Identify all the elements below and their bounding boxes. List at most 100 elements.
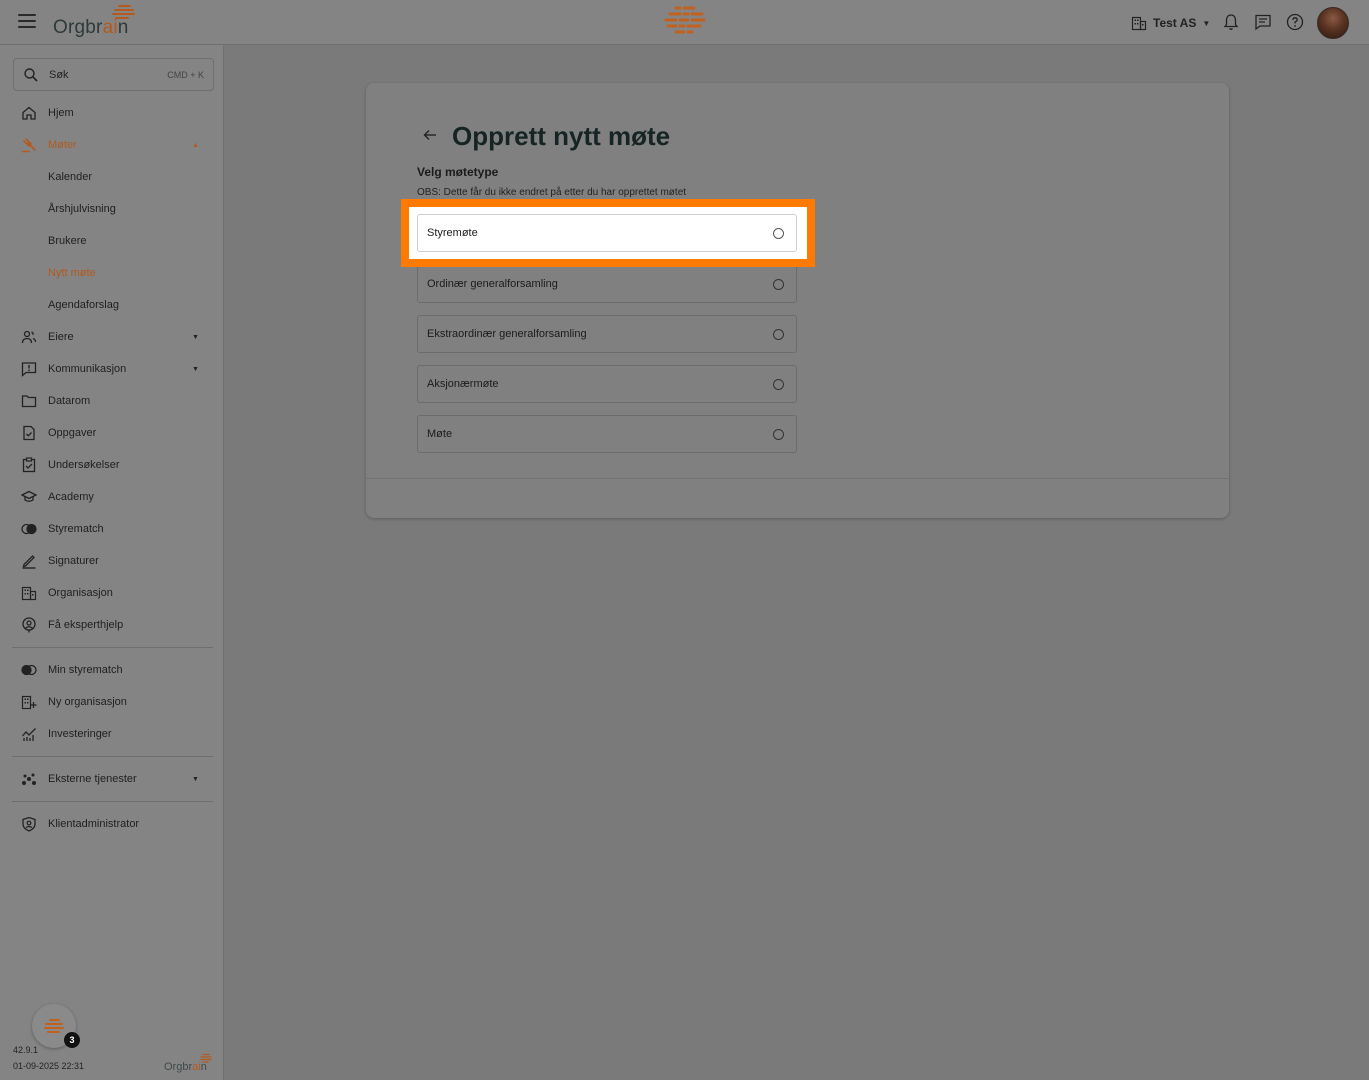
clipboard-icon bbox=[22, 457, 36, 473]
sidebar-item-klientadministrator[interactable]: Klientadministrator bbox=[0, 808, 224, 840]
search-input[interactable]: Søk CMD + K bbox=[13, 58, 214, 91]
chevron-down-icon: ▼ bbox=[192, 775, 199, 783]
sidebar-item-label: Hjem bbox=[48, 107, 74, 119]
warning-note: OBS: Dette får du ikke endret på etter d… bbox=[417, 187, 687, 198]
building-add-icon bbox=[21, 695, 37, 710]
match-icon bbox=[21, 523, 37, 535]
bell-icon[interactable] bbox=[1221, 12, 1241, 32]
sidebar-item-label: Nytt møte bbox=[48, 267, 96, 279]
chevron-down-icon: ▼ bbox=[1202, 18, 1211, 28]
org-name: Test AS bbox=[1153, 16, 1197, 30]
search-shortcut: CMD + K bbox=[167, 69, 204, 80]
section-title: Velg møtetype bbox=[417, 165, 499, 179]
build-date: 01-09-2025 22:31 bbox=[13, 1061, 85, 1071]
sidebar-item-investeringer[interactable]: Investeringer bbox=[0, 718, 224, 750]
sidebar-item-signaturer[interactable]: Signaturer bbox=[0, 545, 224, 577]
pen-icon bbox=[22, 555, 36, 569]
sidebar-subitem-kalender[interactable]: Kalender bbox=[0, 161, 224, 193]
sidebar-item-label: Signaturer bbox=[48, 555, 99, 567]
sidebar-item-moter[interactable]: Møter ▲ bbox=[0, 129, 224, 161]
sidebar-item-label: Få eksperthjelp bbox=[48, 619, 124, 631]
chevron-down-icon: ▼ bbox=[192, 365, 199, 373]
option-label: Styremøte bbox=[427, 227, 478, 239]
help-chat-button[interactable]: 3 bbox=[32, 1004, 80, 1048]
sidebar-subitem-nytt-mote[interactable]: Nytt møte bbox=[0, 257, 224, 289]
meeting-type-option-aksjonaermote[interactable]: Aksjonærmøte bbox=[417, 365, 797, 403]
sidebar-item-min-styrematch[interactable]: Min styrematch bbox=[0, 654, 224, 686]
sidebar-item-eiere[interactable]: Eiere ▼ bbox=[0, 321, 224, 353]
sidebar-item-label: Årshjulvisning bbox=[48, 203, 116, 215]
search-label: Søk bbox=[49, 68, 69, 81]
option-label: Ordinær generalforsamling bbox=[427, 278, 558, 290]
sidebar-item-label: Undersøkelser bbox=[48, 459, 120, 471]
building-icon bbox=[21, 586, 37, 601]
org-switcher[interactable]: Test AS ▼ bbox=[1131, 13, 1210, 33]
sidebar-item-undersokelser[interactable]: Undersøkelser bbox=[0, 449, 224, 481]
sidebar-divider bbox=[12, 801, 213, 802]
help-icon[interactable] bbox=[1285, 12, 1305, 32]
menu-icon[interactable] bbox=[18, 14, 36, 30]
brain-logo-icon bbox=[112, 5, 135, 19]
radio-button[interactable] bbox=[773, 329, 784, 340]
sidebar-item-label: Styrematch bbox=[48, 523, 104, 535]
sidebar-item-label: Oppgaver bbox=[48, 427, 97, 439]
sidebar-item-hjem[interactable]: Hjem bbox=[0, 97, 224, 129]
gavel-icon bbox=[21, 138, 36, 153]
sidebar-item-label: Academy bbox=[48, 491, 94, 503]
sidebar-item-label: Brukere bbox=[48, 235, 87, 247]
sidebar-item-eksterne-tjenester[interactable]: Eksterne tjenester ▼ bbox=[0, 763, 224, 795]
sidebar-item-academy[interactable]: Academy bbox=[0, 481, 224, 513]
task-icon bbox=[23, 425, 35, 441]
sidebar-item-ny-organisasjon[interactable]: Ny organisasjon bbox=[0, 686, 224, 718]
radio-button[interactable] bbox=[773, 279, 784, 290]
brain-center-icon[interactable] bbox=[662, 4, 708, 38]
sidebar-item-label: Klientadministrator bbox=[48, 818, 140, 830]
page-title: Opprett nytt møte bbox=[452, 121, 671, 151]
sidebar-item-label: Kommunikasjon bbox=[48, 363, 127, 375]
meeting-type-option-mote[interactable]: Møte bbox=[417, 415, 797, 453]
sidebar-divider bbox=[12, 756, 213, 757]
expert-icon bbox=[22, 617, 36, 633]
arrow-left-icon[interactable] bbox=[422, 127, 438, 143]
sidebar-item-oppgaver[interactable]: Oppgaver bbox=[0, 417, 224, 449]
brain-logo-icon bbox=[200, 1053, 212, 1063]
sidebar-item-styrematch[interactable]: Styrematch bbox=[0, 513, 224, 545]
sidebar-item-kommunikasjon[interactable]: Kommunikasjon ▼ bbox=[0, 353, 224, 385]
sidebar-item-label: Agendaforslag bbox=[48, 299, 119, 311]
radio-button[interactable] bbox=[773, 429, 784, 440]
sidebar-item-label: Eksterne tjenester bbox=[48, 773, 137, 785]
highlight-frame: Styremøte bbox=[401, 199, 815, 267]
meeting-type-option-styremote[interactable]: Styremøte bbox=[417, 214, 797, 252]
match-icon bbox=[21, 664, 37, 676]
option-label: Aksjonærmøte bbox=[427, 378, 499, 390]
search-icon bbox=[24, 67, 38, 82]
graduation-icon bbox=[21, 490, 37, 502]
create-meeting-card: Opprett nytt møte Velg møtetype OBS: Det… bbox=[366, 83, 1229, 518]
sidebar-item-organisasjon[interactable]: Organisasjon bbox=[0, 577, 224, 609]
chevron-down-icon: ▼ bbox=[192, 333, 199, 341]
sidebar-item-label: Ny organisasjon bbox=[48, 696, 127, 708]
radio-button[interactable] bbox=[773, 379, 784, 390]
sidebar-item-label: Møter bbox=[48, 139, 77, 151]
radio-button[interactable] bbox=[773, 228, 784, 239]
sidebar-nav: Hjem Møter ▲ Kalender Årshjulvisning Bru… bbox=[0, 97, 224, 840]
sidebar-subitem-brukere[interactable]: Brukere bbox=[0, 225, 224, 257]
sidebar-item-fa-eksperthjelp[interactable]: Få eksperthjelp bbox=[0, 609, 224, 641]
people-icon bbox=[21, 330, 37, 344]
sidebar-item-label: Eiere bbox=[48, 331, 74, 343]
meeting-type-option-ordinaer-generalforsamling[interactable]: Ordinær generalforsamling bbox=[417, 265, 797, 303]
card-divider bbox=[366, 478, 1229, 479]
folder-icon bbox=[21, 395, 37, 408]
sidebar-item-label: Organisasjon bbox=[48, 587, 113, 599]
meeting-type-option-ekstraordinaer-generalforsamling[interactable]: Ekstraordinær generalforsamling bbox=[417, 315, 797, 353]
user-avatar[interactable] bbox=[1317, 7, 1349, 39]
sidebar-item-datarom[interactable]: Datarom bbox=[0, 385, 224, 417]
chart-icon bbox=[22, 728, 36, 741]
sidebar-divider bbox=[12, 647, 213, 648]
shield-icon bbox=[22, 816, 36, 832]
option-label: Ekstraordinær generalforsamling bbox=[427, 328, 587, 340]
sidebar-subitem-agendaforslag[interactable]: Agendaforslag bbox=[0, 289, 224, 321]
services-icon bbox=[22, 773, 36, 785]
sidebar-subitem-arshjulvisning[interactable]: Årshjulvisning bbox=[0, 193, 224, 225]
chat-icon[interactable] bbox=[1253, 12, 1273, 32]
